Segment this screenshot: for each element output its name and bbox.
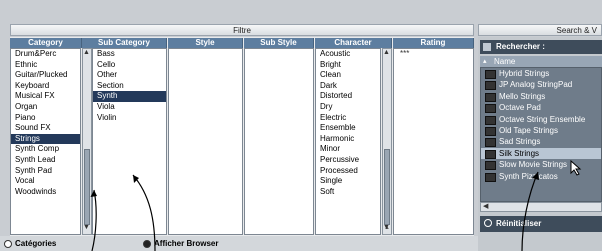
callout-arrows [90, 171, 539, 251]
callout-arrowhead-left [90, 190, 97, 197]
callout-arrow-middle [132, 174, 156, 251]
callout-arrow-left [91, 189, 97, 251]
callout-arrow-right [521, 171, 539, 251]
callout-arrowhead-right [532, 172, 539, 180]
